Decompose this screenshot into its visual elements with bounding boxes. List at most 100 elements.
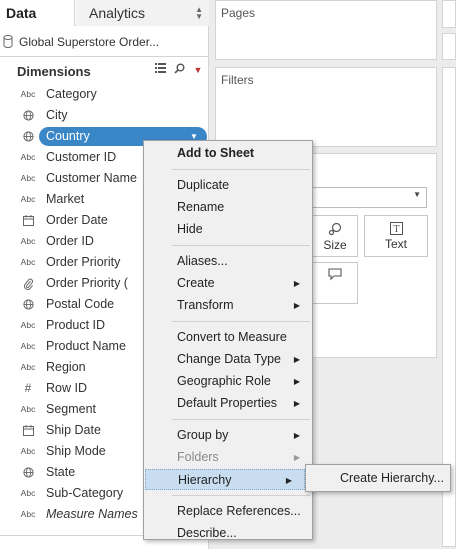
submenu-arrow-icon: ▶ xyxy=(293,399,300,408)
tooltip-button[interactable] xyxy=(312,262,358,304)
abc-icon: Abc xyxy=(20,362,36,372)
menu-item-label: Default Properties xyxy=(177,396,278,410)
tab-analytics[interactable]: Analytics ▲ ▼ xyxy=(76,0,209,26)
field-label: City xyxy=(46,108,68,122)
datasource-item[interactable]: Global Superstore Order... xyxy=(0,27,209,57)
menu-item-duplicate[interactable]: Duplicate xyxy=(144,175,312,196)
abc-icon: Abc xyxy=(20,341,36,351)
menu-item-default-properties[interactable]: Default Properties ▶ xyxy=(144,393,312,414)
tab-data[interactable]: Data xyxy=(0,0,75,26)
columns-shelf-edge[interactable] xyxy=(442,0,456,28)
submenu-arrow-icon: ▶ xyxy=(293,453,300,462)
list-view-icon[interactable] xyxy=(153,63,167,77)
abc-icon: Abc xyxy=(20,173,36,183)
database-icon xyxy=(3,35,13,51)
pane-tabs: Data Analytics ▲ ▼ xyxy=(0,0,209,26)
menu-item-create[interactable]: Create ▶ xyxy=(144,273,312,294)
tooltip-icon xyxy=(328,268,342,281)
field-label: State xyxy=(46,465,76,479)
submenu-arrow-icon: ▶ xyxy=(293,431,300,440)
field-label: Row ID xyxy=(46,381,87,395)
field-label: Measure Names xyxy=(46,507,138,521)
field-city[interactable]: City xyxy=(0,105,209,126)
menu-item-rename[interactable]: Rename xyxy=(144,197,312,218)
menu-separator xyxy=(172,495,310,496)
menu-caret-icon[interactable]: ▼ xyxy=(191,63,205,77)
field-label: Region xyxy=(46,360,86,374)
menu-item-add-to-sheet[interactable]: Add to Sheet xyxy=(144,143,312,164)
menu-item-label: Replace References... xyxy=(177,504,301,518)
calendar-icon xyxy=(19,420,37,441)
menu-item-replace-references[interactable]: Replace References... xyxy=(144,501,312,522)
menu-item-hierarchy[interactable]: Hierarchy ▶ xyxy=(145,469,305,490)
datasource-name: Global Superstore Order... xyxy=(19,35,160,49)
globe-icon xyxy=(19,462,37,483)
abc-icon: Abc xyxy=(20,194,36,204)
rows-shelf-edge[interactable] xyxy=(442,33,456,60)
menu-item-transform[interactable]: Transform ▶ xyxy=(144,295,312,316)
abc-icon: Abc xyxy=(20,488,36,498)
size-icon xyxy=(328,222,342,236)
menu-item-aliases[interactable]: Aliases... xyxy=(144,251,312,272)
abc-icon: Abc xyxy=(20,404,36,414)
number-icon: # xyxy=(24,381,32,395)
submenu-arrow-icon: ▶ xyxy=(293,377,300,386)
menu-item-label: Create xyxy=(177,276,215,290)
text-icon: T xyxy=(389,222,403,235)
field-label: Ship Date xyxy=(46,423,101,437)
abc-icon: Abc xyxy=(20,152,36,162)
filters-shelf[interactable]: Filters xyxy=(215,67,437,147)
pages-shelf[interactable]: Pages xyxy=(215,0,437,60)
updown-arrows-icon: ▲ ▼ xyxy=(195,5,203,21)
field-label: Order Priority xyxy=(46,255,121,269)
field-label: Ship Mode xyxy=(46,444,106,458)
tab-analytics-label: Analytics xyxy=(89,5,146,21)
abc-icon: Abc xyxy=(20,446,36,456)
text-button[interactable]: T Text xyxy=(364,215,428,257)
menu-separator xyxy=(172,321,310,322)
field-label: Sub-Category xyxy=(46,486,124,500)
field-label: Market xyxy=(46,192,85,206)
globe-icon xyxy=(19,126,37,147)
dimensions-title: Dimensions xyxy=(17,64,91,79)
abc-icon: Abc xyxy=(20,236,36,246)
menu-item-label: Aliases... xyxy=(177,254,228,268)
menu-item-label: Folders xyxy=(177,450,219,464)
field-label: Order Priority ( xyxy=(46,276,128,290)
field-label: Segment xyxy=(46,402,97,416)
menu-separator xyxy=(172,169,310,170)
dropdown-arrow-icon: ▼ xyxy=(413,190,421,199)
menu-item-geographic-role[interactable]: Geographic Role ▶ xyxy=(144,371,312,392)
size-button[interactable]: Size xyxy=(312,215,358,257)
field-label: Category xyxy=(46,87,97,101)
menu-item-create-hierarchy[interactable]: Create Hierarchy... xyxy=(306,468,450,489)
field-label: Order ID xyxy=(46,234,94,248)
field-label: Order Date xyxy=(46,213,108,227)
paperclip-icon xyxy=(19,273,37,294)
menu-item-convert-to-measure[interactable]: Convert to Measure xyxy=(144,327,312,348)
context-menu: Add to Sheet Duplicate Rename Hide Aliases..… xyxy=(143,140,313,540)
abc-icon: Abc xyxy=(20,320,36,330)
field-category[interactable]: Abc Category xyxy=(0,84,209,105)
menu-item-label: Change Data Type xyxy=(177,352,282,366)
menu-item-hide[interactable]: Hide xyxy=(144,219,312,240)
menu-item-folders: Folders ▶ xyxy=(144,447,312,468)
calendar-icon xyxy=(19,210,37,231)
menu-item-group-by[interactable]: Group by ▶ xyxy=(144,425,312,446)
menu-item-label: Add to Sheet xyxy=(177,146,255,160)
field-label: Country xyxy=(46,129,90,143)
abc-icon: Abc xyxy=(20,257,36,267)
submenu-arrow-icon: ▶ xyxy=(293,355,300,364)
submenu-arrow-icon: ▶ xyxy=(293,301,300,310)
dimensions-header: Dimensions ▼ xyxy=(0,58,209,84)
abc-icon: Abc xyxy=(20,89,36,99)
menu-item-label: Transform xyxy=(177,298,234,312)
search-icon[interactable] xyxy=(172,63,186,77)
menu-item-change-data-type[interactable]: Change Data Type ▶ xyxy=(144,349,312,370)
svg-text:T: T xyxy=(393,225,399,235)
menu-item-describe[interactable]: Describe... xyxy=(144,523,312,544)
menu-item-label: Group by xyxy=(177,428,229,442)
field-label: Product Name xyxy=(46,339,126,353)
mark-type-dropdown[interactable]: ▼ xyxy=(312,187,427,208)
text-label: Text xyxy=(384,237,407,251)
